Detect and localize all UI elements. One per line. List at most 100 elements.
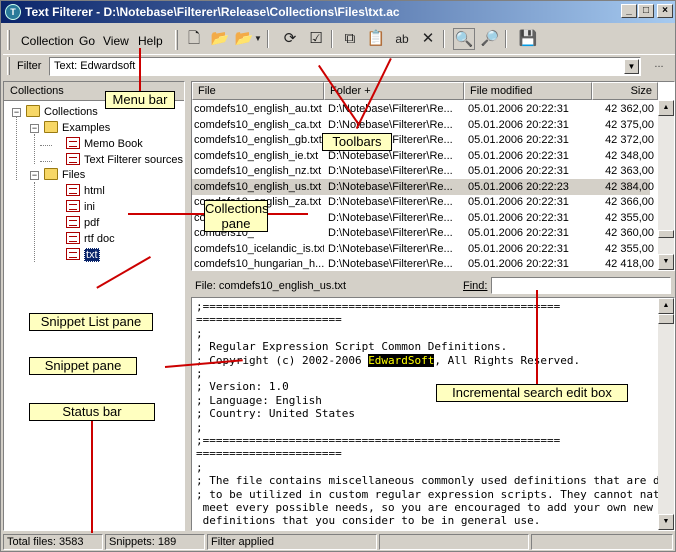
cell-folder: D:\Notebase\Filterer\Re...	[328, 196, 453, 208]
save-icon[interactable]: 💾	[517, 28, 539, 50]
scroll-thumb[interactable]	[658, 230, 674, 238]
close-button[interactable]: ×	[657, 4, 673, 18]
tree-item-rtf-doc[interactable]: rtf doc	[66, 232, 115, 246]
menu-collection[interactable]: Collection	[21, 34, 74, 48]
tree-item-memo-book[interactable]: Memo Book	[66, 137, 143, 151]
chevron-down-icon[interactable]: ▼	[624, 59, 639, 74]
snippet-line: ; Copyright (c) 2002-2006 EdwardSoft, Al…	[196, 353, 581, 367]
table-row[interactable]: comdefs10_english_ie.txt D:\Notebase\Filt…	[192, 148, 654, 164]
tree-item-collections[interactable]: Collections	[26, 105, 98, 119]
table-row[interactable]: comdefs10_english_ca.txt D:\Notebase\Filt…	[192, 117, 654, 133]
filter-label: Filter	[17, 60, 42, 72]
refresh-icon[interactable]: ⟳	[279, 28, 301, 50]
callout-incremental-search: Incremental search edit box	[436, 384, 628, 402]
delete-icon[interactable]: ✕	[417, 28, 439, 50]
menu-go[interactable]: Go	[79, 34, 95, 48]
table-row[interactable]: comdefs10_english_au.txt D:\Notebase\Filt…	[192, 101, 654, 117]
collection-file-icon	[66, 248, 80, 260]
column-header-modified[interactable]: File modified	[464, 82, 592, 100]
tree-item-examples[interactable]: Examples	[44, 121, 110, 135]
menu-bar: Collection Go View Help	[3, 26, 173, 52]
column-header-file[interactable]: File	[192, 82, 324, 100]
table-row[interactable]: comdefs10_hungarian_h... D:\Notebase\Filt…	[192, 256, 654, 270]
snippet-scrollbar[interactable]: ▲ ▼	[658, 298, 674, 530]
filter-grip[interactable]	[7, 57, 10, 75]
incremental-search-input[interactable]	[491, 277, 671, 294]
cell-file: comdefs10_english_ca.txt	[194, 118, 322, 131]
snippet-line: ;	[196, 367, 203, 380]
snippet-line: ; Language: English	[196, 393, 322, 407]
maximize-button[interactable]: □	[638, 4, 654, 18]
scroll-down-arrow[interactable]: ▼	[658, 254, 674, 270]
window-title: Text Filterer - D:\Notebase\Filterer\Rel…	[25, 5, 400, 19]
snippet-pane[interactable]: ;=======================================…	[191, 297, 675, 531]
snippet-line: ;=======================================…	[196, 300, 561, 313]
tree-item-files[interactable]: Files	[44, 168, 85, 182]
open-dropdown-icon[interactable]: ▼	[253, 28, 263, 50]
scroll-up-arrow[interactable]: ▲	[658, 298, 674, 314]
cell-folder: D:\Notebase\Filterer\Re...	[328, 258, 453, 270]
tree-item-text-filterer-sources[interactable]: Text Filterer sources	[66, 153, 183, 167]
snippet-line: ; Country: United States	[196, 407, 355, 421]
cell-folder: D:\Notebase\Filterer\Re...	[328, 149, 453, 162]
snippet-line: ;	[196, 326, 203, 340]
snippet-list: File Folder + File modified Size comdefs…	[191, 81, 675, 271]
status-snippets: Snippets: 189	[105, 534, 205, 550]
checklist-icon[interactable]: ☑	[305, 28, 327, 50]
callout-status-bar: Status bar	[29, 403, 155, 421]
cell-size: 42 372,00	[605, 134, 654, 146]
cell-modified: 05.01.2006 20:22:23	[468, 180, 569, 193]
status-cell	[379, 534, 529, 550]
paste-icon[interactable]: 📋	[365, 28, 387, 50]
column-header-size[interactable]: Size	[592, 82, 658, 100]
scroll-up-arrow[interactable]: ▲	[658, 100, 674, 116]
toolbar-grip[interactable]	[175, 30, 178, 50]
replace-icon[interactable]: ab	[391, 28, 413, 50]
open-folder-icon[interactable]: 📂	[209, 28, 231, 50]
collapse-toggle[interactable]: −	[12, 108, 21, 117]
menu-view[interactable]: View	[103, 34, 129, 48]
find-icon[interactable]: 🔍	[453, 28, 475, 50]
cell-modified: 05.01.2006 20:22:31	[468, 134, 569, 146]
tree-item-ini[interactable]: ini	[66, 200, 95, 214]
callout-menu-bar: Menu bar	[105, 91, 175, 109]
copy-icon[interactable]: ⧉	[339, 28, 361, 50]
filter-combobox[interactable]: Text: Edwardsoft ▼	[49, 57, 641, 76]
new-collection-icon[interactable]: 🗋	[183, 28, 205, 50]
tree-item-pdf[interactable]: pdf	[66, 216, 99, 230]
cell-folder: D:\Notebase\Filterer\Re...	[328, 242, 453, 255]
status-filter: Filter applied	[207, 534, 377, 550]
table-row[interactable]: comdefs10_english_nz.txt D:\Notebase\Filt…	[192, 163, 654, 179]
cell-size: 42 366,00	[605, 196, 654, 208]
open-folder-icon[interactable]: 📂	[233, 28, 255, 50]
tree-line	[34, 182, 35, 262]
table-row[interactable]: comdefs10_english_gb.txtD:\Notebase\Filt…	[192, 132, 654, 148]
table-row[interactable]: comdefs10_icelandic_is.txt D:\Notebase\Fi…	[192, 241, 654, 257]
filter-value[interactable]: Text: Edwardsoft	[54, 60, 135, 72]
scroll-down-arrow[interactable]: ▼	[658, 514, 674, 530]
minimize-button[interactable]: _	[621, 4, 637, 18]
menu-help[interactable]: Help	[138, 34, 163, 48]
collapse-toggle[interactable]: −	[30, 124, 39, 133]
snippet-line: ;	[196, 420, 203, 434]
cell-size: 42 355,00	[605, 242, 654, 255]
collections-pane: Collections − Collections − Examples Mem…	[3, 81, 185, 531]
tree-item-txt[interactable]: txt	[66, 248, 100, 262]
cell-size: 42 362,00	[605, 103, 654, 115]
scroll-thumb[interactable]	[658, 314, 674, 324]
table-row[interactable]: comdefs10_english_us.txt D:\Notebase\Filt…	[192, 178, 654, 195]
menu-grip[interactable]	[7, 30, 10, 50]
collapse-toggle[interactable]: −	[30, 171, 39, 180]
snippet-file-label: File: comdefs10_english_us.txt	[195, 280, 347, 292]
cell-file: comdefs10_english_us.txt	[194, 180, 322, 193]
callout-line-collections	[128, 213, 204, 215]
column-header-folder[interactable]: Folder +	[324, 82, 464, 100]
filter-more-button[interactable]: ...	[647, 58, 671, 75]
find-label: Find:	[463, 280, 488, 292]
find-next-icon[interactable]: 🔎	[479, 28, 501, 50]
pane-splitter[interactable]	[186, 81, 190, 531]
tree-item-html[interactable]: html	[66, 184, 105, 198]
cell-modified: 05.01.2006 20:22:31	[468, 165, 569, 177]
list-scrollbar[interactable]: ▲ ▼	[658, 100, 674, 270]
cell-modified: 05.01.2006 20:22:31	[468, 103, 569, 115]
